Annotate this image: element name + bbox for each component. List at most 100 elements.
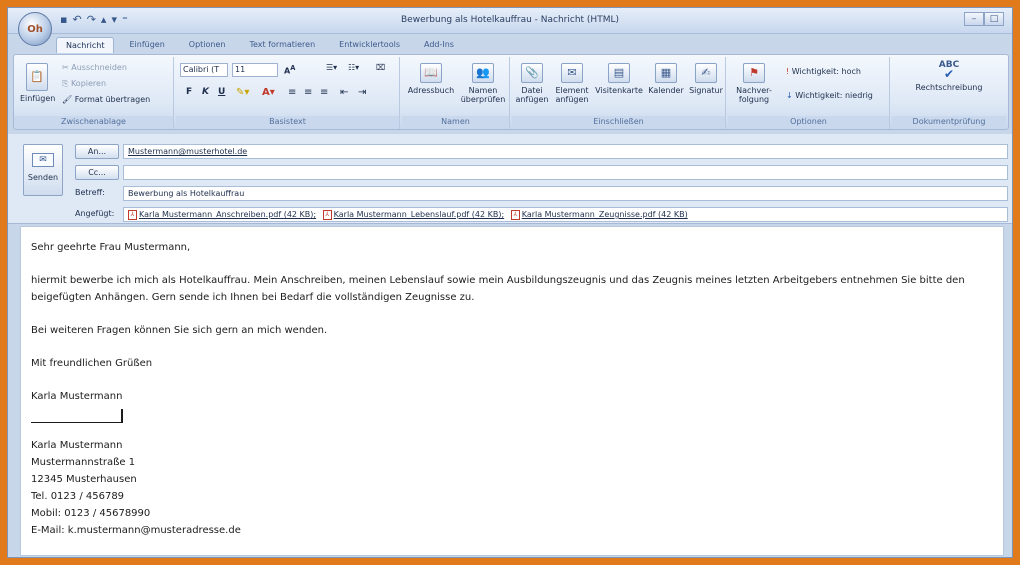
options-group-label: Optionen xyxy=(728,116,889,128)
check-names-icon: 👥 xyxy=(472,63,494,83)
tab-nachricht[interactable]: Nachricht xyxy=(56,37,115,53)
grow-font-button[interactable]: AA xyxy=(284,64,295,76)
cc-field[interactable] xyxy=(123,165,1008,180)
increase-indent-icon[interactable]: ⇥ xyxy=(358,87,366,98)
paperclip-icon: 📎 xyxy=(521,63,543,83)
proofing-group-label: Dokumentprüfung xyxy=(892,116,1006,128)
send-label: Senden xyxy=(27,173,59,182)
flag-icon: ⚑ xyxy=(743,63,765,83)
underline-button[interactable]: U xyxy=(218,87,225,97)
clipboard-group-label: Zwischenablage xyxy=(14,116,173,128)
font-color-icon[interactable]: A▾ xyxy=(262,87,275,98)
align-center-icon[interactable]: ≡ xyxy=(304,87,312,98)
attached-label: Angefügt: xyxy=(75,209,115,218)
bold-button[interactable]: F xyxy=(186,87,192,97)
maximize-icon[interactable]: □ xyxy=(984,12,1004,26)
tab-entwicklertools[interactable]: Entwicklertools xyxy=(330,37,409,53)
align-left-icon[interactable]: ≡ xyxy=(288,87,296,98)
office-button[interactable]: Oh xyxy=(18,12,52,46)
tab-optionen[interactable]: Optionen xyxy=(180,37,235,53)
pdf-icon: ⅄ xyxy=(128,209,137,220)
copy-button[interactable]: ⎘ Kopieren xyxy=(62,79,106,89)
bullets-icon[interactable]: ☰▾ xyxy=(326,63,337,72)
contact-line: E-Mail: k.mustermann@musteradresse.de xyxy=(31,525,241,536)
spelling-button[interactable]: ABC ✔ Rechtschreibung xyxy=(896,61,1002,93)
address-book-button[interactable]: 📖 Adressbuch xyxy=(406,63,456,95)
checkmark-icon: ✔ xyxy=(943,67,955,81)
tab-add-ins[interactable]: Add-Ins xyxy=(415,37,463,53)
subject-label: Betreff: xyxy=(75,188,105,197)
attachment-name: Karla Mustermann_Zeugnisse.pdf (42 KB) xyxy=(521,210,688,219)
names-group: 📖 Adressbuch 👥 Namen überprüfen Namen xyxy=(402,57,510,129)
outlook-message-window: Oh ▪ ↶ ↷ ▴ ▾ ⁼ Bewerbung als Hotelkauffr… xyxy=(7,7,1013,558)
high-importance-label: Wichtigkeit: hoch xyxy=(791,67,861,76)
minimize-icon[interactable]: – xyxy=(964,12,984,26)
follow-up-button[interactable]: ⚑ Nachver- folgung xyxy=(732,63,776,104)
message-header: ✉ Senden An... Mustermann@musterhotel.de… xyxy=(8,134,1012,224)
subject-field[interactable]: Bewerbung als Hotelkauffrau xyxy=(123,186,1008,201)
to-recipient: Mustermann@musterhotel.de xyxy=(128,147,248,156)
format-painter-label: Format übertragen xyxy=(74,95,151,104)
check-names-label-2: überprüfen xyxy=(460,95,506,104)
attachment-item[interactable]: ⅄ Karla Mustermann_Zeugnisse.pdf (42 KB) xyxy=(510,208,688,221)
send-envelope-icon: ✉ xyxy=(32,153,54,167)
window-title: Bewerbung als Hotelkauffrau - Nachricht … xyxy=(401,15,619,25)
cc-button[interactable]: Cc... xyxy=(75,165,119,180)
contact-line: Mobil: 0123 / 45678990 xyxy=(31,508,151,519)
spelling-label: Rechtschreibung xyxy=(915,83,983,92)
attachment-name: Karla Mustermann_Anschreiben.pdf (42 KB)… xyxy=(139,210,317,219)
title-bar: Oh ▪ ↶ ↷ ▴ ▾ ⁼ Bewerbung als Hotelkauffr… xyxy=(8,8,1012,46)
business-card-label: Visitenkarte xyxy=(595,86,643,95)
body-paragraph: Bei weiteren Fragen können Sie sich gern… xyxy=(31,325,328,336)
numbering-icon[interactable]: ☷▾ xyxy=(348,63,359,72)
closing: Mit freundlichen Grüßen xyxy=(31,358,153,369)
attachments-field[interactable]: ⅄ Karla Mustermann_Anschreiben.pdf (42 KB… xyxy=(123,207,1008,222)
font-name-select[interactable]: Calibri (T xyxy=(180,63,228,77)
font-size-select[interactable]: 11 xyxy=(232,63,278,77)
tab-text-formatieren[interactable]: Text formatieren xyxy=(241,37,325,53)
signature-line xyxy=(31,409,123,423)
clipboard-icon: 📋 xyxy=(26,63,48,91)
clear-format-icon[interactable]: ⌧ xyxy=(376,63,385,72)
cut-button[interactable]: ✂ Ausschneiden xyxy=(62,63,127,72)
attach-item-button[interactable]: ✉ Element anfügen xyxy=(552,63,592,104)
calendar-label: Kalender xyxy=(648,86,684,95)
attachment-item[interactable]: ⅄ Karla Mustermann_Lebenslauf.pdf (42 KB)… xyxy=(322,208,504,221)
business-card-icon: ▤ xyxy=(608,63,630,83)
format-painter-button[interactable]: 🖌 Format übertragen xyxy=(62,95,150,104)
align-right-icon[interactable]: ≡ xyxy=(320,87,328,98)
tab-einfuegen[interactable]: Einfügen xyxy=(120,37,173,53)
attach-file-button[interactable]: 📎 Datei anfügen xyxy=(514,63,550,104)
calendar-button[interactable]: ▦ Kalender xyxy=(646,63,686,95)
body-paragraph: hiermit bewerbe ich mich als Hotelkauffr… xyxy=(31,275,968,303)
attach-item-label-2: anfügen xyxy=(555,95,589,104)
business-card-button[interactable]: ▤ Visitenkarte xyxy=(594,63,644,95)
to-button[interactable]: An... xyxy=(75,144,119,159)
check-names-button[interactable]: 👥 Namen überprüfen xyxy=(458,63,508,104)
copy-label: Kopieren xyxy=(70,79,107,88)
basic-text-group: Calibri (T 11 AA ☰▾ ☷▾ ⌧ F K U ✎▾ A▾ ≡ ≡… xyxy=(176,57,400,129)
envelope-icon: ✉ xyxy=(561,63,583,83)
highlight-icon[interactable]: ✎▾ xyxy=(236,87,249,98)
to-field[interactable]: Mustermann@musterhotel.de xyxy=(123,144,1008,159)
message-body[interactable]: Sehr geehrte Frau Mustermann, hiermit be… xyxy=(20,226,1004,556)
text-cursor xyxy=(121,409,123,423)
signature-button[interactable]: ✍ Signatur xyxy=(686,63,726,95)
names-group-label: Namen xyxy=(402,116,509,128)
italic-button[interactable]: K xyxy=(202,87,209,97)
paste-button[interactable]: 📋 Einfügen xyxy=(20,63,55,103)
high-importance-button[interactable]: ! Wichtigkeit: hoch xyxy=(786,67,861,76)
attachment-item[interactable]: ⅄ Karla Mustermann_Anschreiben.pdf (42 KB… xyxy=(128,208,316,221)
contact-line: 12345 Musterhausen xyxy=(31,474,137,485)
options-group: ⚑ Nachver- folgung ! Wichtigkeit: hoch ↓… xyxy=(728,57,890,129)
exclamation-icon: ! xyxy=(786,67,790,76)
decrease-indent-icon[interactable]: ⇤ xyxy=(340,87,348,98)
address-book-icon: 📖 xyxy=(420,63,442,83)
greeting: Sehr geehrte Frau Mustermann, xyxy=(31,242,191,253)
signature-label: Signatur xyxy=(689,86,723,95)
pdf-icon: ⅄ xyxy=(322,209,332,220)
contact-line: Mustermannstraße 1 xyxy=(31,457,136,468)
clipboard-group: 📋 Einfügen ✂ Ausschneiden ⎘ Kopieren 🖌 F… xyxy=(14,57,174,129)
send-button[interactable]: ✉ Senden xyxy=(23,144,63,196)
low-importance-button[interactable]: ↓ Wichtigkeit: niedrig xyxy=(786,91,873,100)
